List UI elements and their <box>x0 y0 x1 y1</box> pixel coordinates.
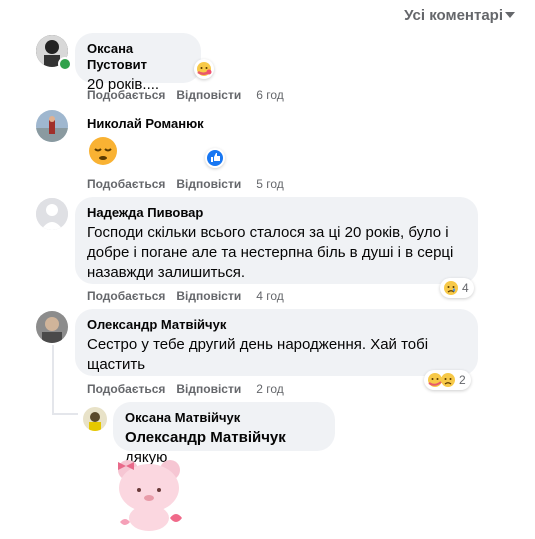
comment-actions: Подобається Відповісти 5 год <box>87 177 295 191</box>
avatar-photo <box>83 407 107 431</box>
timestamp[interactable]: 6 год <box>256 88 284 102</box>
reply-button[interactable]: Відповісти <box>176 177 241 191</box>
sad-reaction-icon <box>441 373 455 387</box>
comment-bubble: Олександр Матвійчук Сестро у тебе другий… <box>75 309 478 376</box>
comment-author[interactable]: Олександр Матвійчук <box>87 317 466 333</box>
reaction-count: 4 <box>462 281 469 295</box>
chevron-down-icon[interactable] <box>505 12 515 18</box>
sort-comments-button[interactable]: Усі коментарі <box>404 7 503 24</box>
like-button[interactable]: Подобається <box>87 382 165 396</box>
avatar[interactable] <box>36 110 68 142</box>
timestamp[interactable]: 2 год <box>256 382 284 396</box>
comment-actions: Подобається Відповісти 2 год <box>87 382 295 396</box>
comment-text: Господи скільки всього сталося за ці 20 … <box>87 224 454 281</box>
comment-bubble: Оксана Пустовит 20 років.... <box>75 33 201 93</box>
avatar[interactable] <box>83 407 107 431</box>
reply-button[interactable]: Відповісти <box>176 88 241 102</box>
thread-connector <box>52 413 78 415</box>
timestamp[interactable]: 5 год <box>256 177 284 191</box>
like-button[interactable]: Подобається <box>87 289 165 303</box>
online-status-icon <box>58 57 72 71</box>
comment-author[interactable]: Надежда Пивовар <box>87 205 466 221</box>
reply-button[interactable]: Відповісти <box>176 289 241 303</box>
timestamp[interactable]: 4 год <box>256 289 284 303</box>
sleepy-face-emoji <box>87 135 119 167</box>
like-reaction-icon[interactable] <box>205 148 225 168</box>
reaction-count: 2 <box>459 373 466 387</box>
avatar-photo <box>36 110 68 142</box>
comment-author[interactable]: Николай Романюк <box>87 116 213 132</box>
comment-bubble: Надежда Пивовар Господи скільки всього с… <box>75 197 478 284</box>
comment-author[interactable]: Оксана Пустовит <box>87 41 189 73</box>
like-button[interactable]: Подобається <box>87 177 165 191</box>
thread-line <box>52 345 54 415</box>
avatar[interactable] <box>36 311 68 343</box>
mention-link[interactable]: Олександр Матвійчук <box>125 429 286 446</box>
reply-author[interactable]: Оксана Матвійчук <box>125 410 323 426</box>
reaction-summary[interactable]: 4 <box>440 278 474 298</box>
sad-reaction-icon <box>444 281 458 295</box>
reply-button[interactable]: Відповісти <box>176 382 241 396</box>
comment-actions: Подобається Відповісти 6 год <box>87 88 295 102</box>
reply-bubble: Оксана Матвійчук Олександр Матвійчук дяк… <box>113 402 335 466</box>
bear-sticker <box>108 452 194 534</box>
default-avatar-icon <box>36 198 68 230</box>
comment-actions: Подобається Відповісти 4 год <box>87 289 295 303</box>
comment-text: Сестро у тебе другий день народження. Ха… <box>87 336 429 373</box>
care-reaction-icon[interactable] <box>194 59 214 79</box>
like-button[interactable]: Подобається <box>87 88 165 102</box>
avatar[interactable] <box>36 198 68 230</box>
avatar-photo <box>36 311 68 343</box>
reaction-summary[interactable]: 2 <box>424 370 471 390</box>
